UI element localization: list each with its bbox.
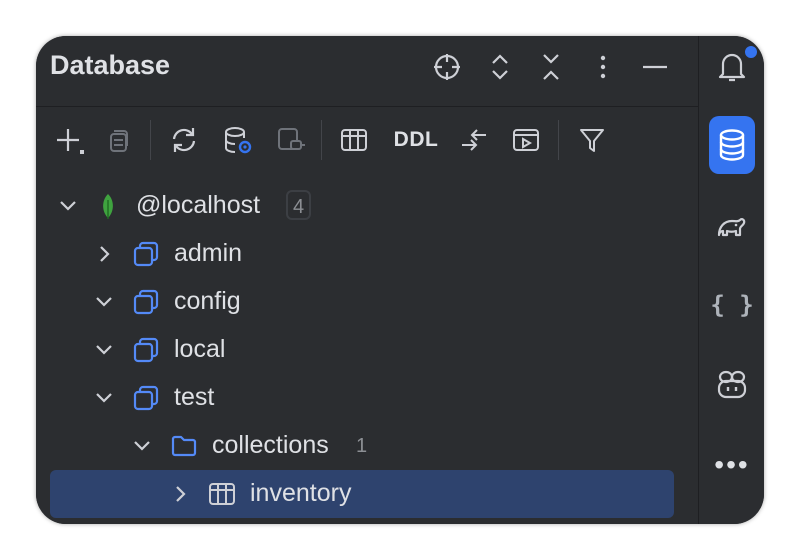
database-schema-icon bbox=[133, 385, 159, 411]
ddl-label: DDL bbox=[393, 128, 439, 151]
tree-node-label: inventory bbox=[250, 479, 352, 507]
disconnect-icon[interactable] bbox=[270, 122, 310, 158]
notification-badge bbox=[743, 44, 759, 60]
json-braces-icon: { } bbox=[710, 291, 754, 319]
locate-icon[interactable] bbox=[430, 50, 464, 84]
database-schema-icon bbox=[133, 337, 159, 363]
ddl-button[interactable]: DDL bbox=[388, 122, 444, 158]
more-icon: ••• bbox=[714, 449, 750, 480]
database-schema-icon bbox=[133, 241, 159, 267]
toolbar-separator bbox=[558, 120, 559, 160]
collapse-all-icon[interactable] bbox=[534, 50, 568, 84]
notifications-button[interactable] bbox=[709, 44, 759, 90]
child-count-badge: 4 bbox=[286, 190, 312, 220]
database-icon bbox=[719, 129, 745, 161]
chevron-down-icon[interactable] bbox=[56, 194, 80, 218]
copilot-icon bbox=[717, 370, 747, 399]
toolbar-separator bbox=[150, 120, 151, 160]
chevron-right-icon[interactable] bbox=[92, 242, 116, 266]
header-divider bbox=[36, 106, 698, 107]
tree-node-label: @localhost bbox=[136, 191, 261, 219]
database-panel: Database DDL @localhost 4 admin config l… bbox=[36, 36, 698, 524]
data-source-properties-icon[interactable] bbox=[218, 122, 258, 158]
compare-icon[interactable] bbox=[454, 122, 494, 158]
chevron-down-icon[interactable] bbox=[92, 386, 116, 410]
chevron-down-icon[interactable] bbox=[130, 434, 154, 458]
expand-all-icon[interactable] bbox=[483, 50, 517, 84]
add-icon[interactable] bbox=[48, 122, 88, 158]
tree-node-test[interactable]: test bbox=[50, 374, 674, 422]
chevron-down-icon[interactable] bbox=[92, 338, 116, 362]
table-editor-icon[interactable] bbox=[334, 122, 374, 158]
tree-node-local[interactable]: local bbox=[50, 326, 674, 374]
toolbar-separator bbox=[321, 120, 322, 160]
database-tool-window: Database DDL @localhost 4 admin config l… bbox=[36, 36, 764, 524]
tree-node-label: test bbox=[174, 383, 215, 411]
gradle-elephant-icon bbox=[717, 218, 746, 237]
tree-node-inventory[interactable]: inventory bbox=[50, 470, 674, 518]
panel-title: Database bbox=[50, 50, 171, 80]
tree-node-label: collections bbox=[212, 431, 329, 459]
tree-node-localhost[interactable]: @localhost 4 bbox=[50, 182, 674, 230]
options-menu-icon[interactable] bbox=[586, 50, 620, 84]
more-tools-button[interactable]: ••• bbox=[709, 442, 755, 488]
json-tool-button[interactable]: { } bbox=[709, 282, 755, 328]
refresh-icon[interactable] bbox=[164, 122, 204, 158]
copilot-tool-button[interactable] bbox=[709, 362, 755, 408]
child-count: 1 bbox=[356, 435, 368, 457]
tree-node-label: config bbox=[174, 287, 241, 315]
tree-node-admin[interactable]: admin bbox=[50, 230, 674, 278]
gradle-tool-button[interactable] bbox=[709, 204, 755, 250]
collection-table-icon bbox=[209, 483, 235, 505]
duplicate-icon[interactable] bbox=[100, 122, 136, 158]
database-schema-icon bbox=[133, 289, 159, 315]
chevron-right-icon[interactable] bbox=[168, 482, 192, 506]
mongodb-leaf-icon bbox=[103, 194, 113, 219]
folder-icon bbox=[171, 435, 197, 457]
filter-icon[interactable] bbox=[572, 122, 612, 158]
query-console-icon[interactable] bbox=[506, 122, 546, 158]
tree-node-label: local bbox=[174, 335, 226, 363]
tree-node-label: admin bbox=[174, 239, 243, 267]
right-tool-bar: { } ••• bbox=[698, 36, 764, 524]
tree-node-collections[interactable]: collections 1 bbox=[50, 422, 674, 470]
chevron-down-icon[interactable] bbox=[92, 290, 116, 314]
hide-panel-icon[interactable] bbox=[638, 50, 672, 84]
tree-node-config[interactable]: config bbox=[50, 278, 674, 326]
database-tool-button[interactable] bbox=[709, 116, 755, 174]
